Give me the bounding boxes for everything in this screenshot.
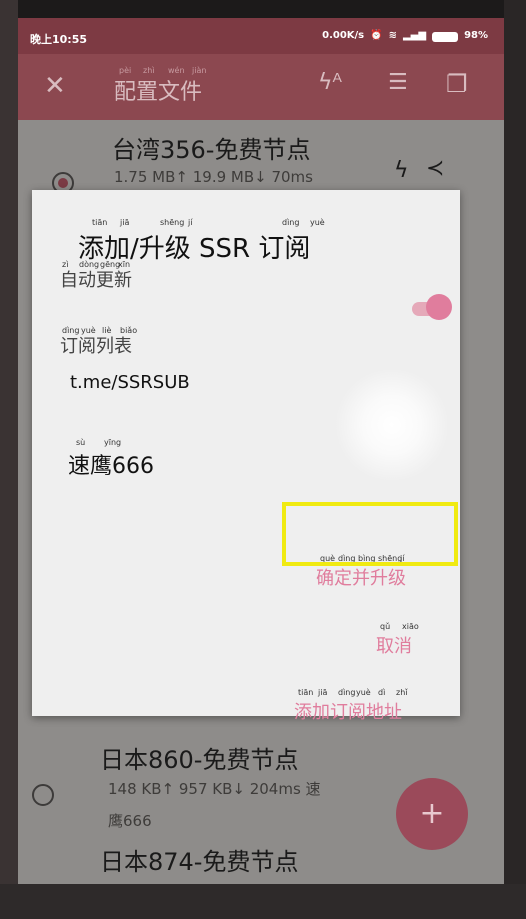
battery-level: 98%: [464, 30, 488, 41]
flash-icon[interactable]: ϟᴬ: [318, 70, 342, 95]
list-item-stats: 1.75 MB↑ 19.9 MB↓ 70ms: [114, 168, 313, 186]
pinyin: jí: [188, 218, 193, 227]
add-icon: +: [419, 796, 445, 831]
status-bar: 晚上10:55 0.00K/s ⏰ ≋ ▂▄▆ 98%: [18, 18, 504, 54]
page-title: 配置文件: [114, 80, 203, 105]
list-item-title[interactable]: 日本860-免费节点: [100, 740, 298, 775]
battery-icon: [432, 31, 459, 42]
app-toolbar: ✕ pèi zhì wén jiàn 配置文件 ϟᴬ ☰ ❐: [18, 54, 504, 120]
subscription-list-label: 订阅列表: [60, 336, 132, 357]
pinyin: yuè: [310, 218, 325, 227]
pinyin: shēng: [160, 218, 185, 227]
pinyin: yīng: [104, 438, 122, 447]
radio-selected-dot: [58, 178, 68, 188]
auto-update-toggle-knob[interactable]: [426, 294, 452, 320]
list-item-stats-cont: 鹰666: [108, 812, 152, 830]
phone-bezel-bottom: [0, 884, 526, 919]
close-icon[interactable]: ✕: [44, 71, 66, 101]
cancel-button[interactable]: 取消: [376, 632, 412, 658]
add-profile-button[interactable]: +: [396, 778, 468, 850]
subscription-dialog: tiān jiā shēng jí dìng yuè 添加/升级 SSR 订阅 …: [32, 190, 460, 723]
pinyin: sù: [76, 438, 86, 447]
phone-bezel-left: [0, 0, 18, 919]
pinyin: tiān: [92, 218, 108, 227]
pinyin: dìng: [338, 688, 356, 697]
lightning-icon[interactable]: ϟ: [394, 158, 409, 183]
pinyin: jiā: [318, 688, 328, 697]
pinyin: qǔ: [380, 622, 391, 631]
pinyin: dìng: [282, 218, 300, 227]
phone-screen: 晚上10:55 0.00K/s ⏰ ≋ ▂▄▆ 98% ✕ pèi zhì wé…: [18, 18, 504, 884]
subscription-url[interactable]: t.me/SSRSUB: [70, 372, 190, 393]
pinyin: dì: [378, 688, 386, 697]
subscription-name[interactable]: 速鹰666: [68, 448, 154, 480]
wifi-icon: ≋: [388, 30, 397, 41]
confirm-upgrade-button[interactable]: 确定并升级: [316, 564, 406, 590]
net-speed: 0.00K/s: [322, 30, 365, 41]
phone-bezel-right: [504, 0, 526, 919]
sort-icon[interactable]: ☰: [388, 70, 408, 95]
pinyin: yuè: [356, 688, 371, 697]
screen-glare: [332, 370, 452, 480]
list-item-title[interactable]: 台湾356-免费节点: [112, 130, 310, 165]
status-time: 晚上10:55: [30, 33, 88, 46]
alarm-icon: ⏰: [370, 30, 383, 41]
pinyin: tiān: [298, 688, 314, 697]
highlight-box: [282, 502, 458, 566]
copy-icon[interactable]: ❐: [446, 70, 468, 98]
pinyin: xiāo: [402, 622, 419, 631]
pinyin: zhǐ: [396, 688, 408, 697]
list-item-title[interactable]: 日本874-免费节点: [100, 842, 298, 877]
signal-icon: ▂▄▆: [402, 30, 427, 41]
status-right: 0.00K/s ⏰ ≋ ▂▄▆ 98%: [322, 30, 488, 42]
radio-button[interactable]: [32, 784, 54, 806]
add-subscription-button[interactable]: 添加订阅地址: [294, 698, 402, 724]
share-icon[interactable]: ≺: [426, 156, 444, 181]
pinyin: jiā: [120, 218, 130, 227]
list-item-stats: 148 KB↑ 957 KB↓ 204ms 速: [108, 780, 321, 798]
auto-update-label: 自动更新: [60, 270, 132, 291]
